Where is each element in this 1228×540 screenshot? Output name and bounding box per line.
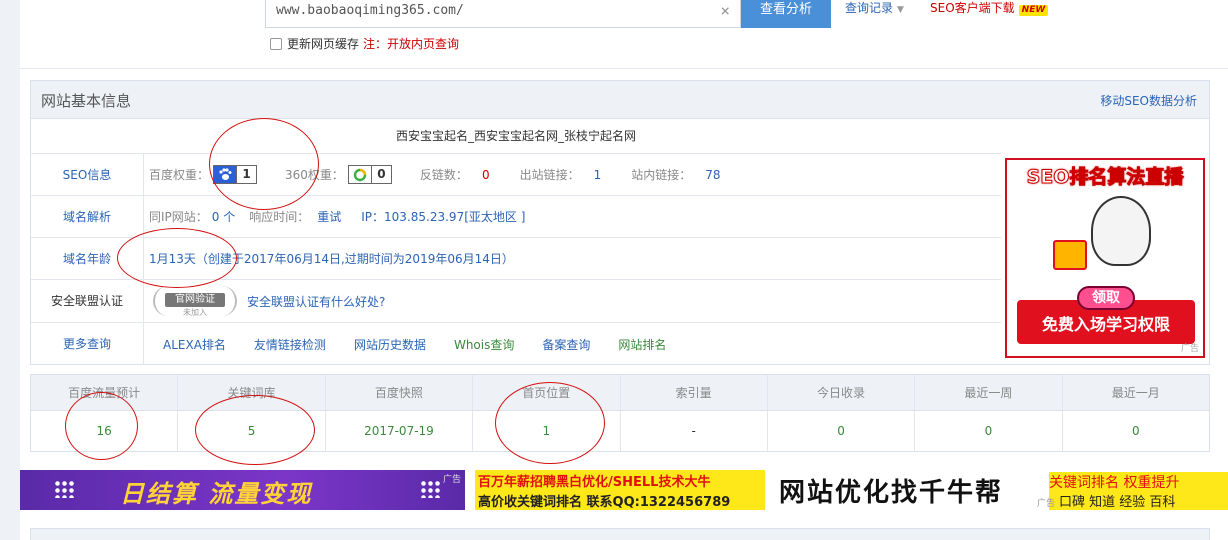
ad3-side: 关键词排名 权重提升 口碑 知道 经验 百科: [1049, 472, 1228, 510]
annotation-circle: [65, 392, 138, 460]
history-label: 查询记录: [845, 1, 894, 15]
refresh-cache-label: 更新网页缓存: [287, 37, 360, 51]
recruit-ad[interactable]: 百万年薪招聘黑白优化/SHELL技术大牛 高价收关键词排名 联系QQ:13224…: [475, 470, 765, 510]
chevron-down-icon: ▼: [897, 5, 904, 15]
ad2-line1: 百万年薪招聘黑白优化/SHELL技术大牛: [478, 475, 711, 490]
annotation-circle: [195, 395, 315, 465]
backlinks-label: 反链数：: [419, 168, 468, 182]
index-count-value: -: [621, 411, 768, 451]
seo-service-ad[interactable]: 网站优化找千牛帮 关键词排名 权重提升 口碑 知道 经验 百科 广告: [775, 470, 1228, 510]
stats-header-cell: 最近一周: [915, 375, 1063, 410]
ad-title: SEO排名算法直播: [1026, 166, 1184, 189]
more-queries-links: ALEXA排名 友情链接检测 网站历史数据 Whois查询 备案查询 网站排名: [163, 323, 694, 365]
analyze-button[interactable]: 查看分析: [741, 0, 831, 28]
stats-header-cell: 百度快照: [326, 375, 474, 410]
internal-value[interactable]: 78: [705, 168, 720, 182]
divider: [20, 68, 1228, 69]
next-panel-edge: [30, 528, 1210, 540]
today-indexed-value: 0: [768, 411, 916, 451]
ad3-main: 网站优化找千牛帮: [779, 478, 1004, 508]
url-text: www.baobaoqiming365.com/: [276, 3, 464, 18]
seo-course-ad[interactable]: SEO排名算法直播 免费入场学习权限 领取 广告: [1005, 158, 1205, 358]
panel-header: 网站基本信息 移动SEO数据分析: [31, 81, 1209, 119]
security-benefit-link[interactable]: 安全联盟认证有什么好处?: [247, 293, 385, 310]
link-site-rank[interactable]: 网站排名: [618, 336, 666, 353]
client-download-link[interactable]: SEO客户端下载 NEW: [930, 0, 1049, 16]
same-ip-label: 同IP网站：: [149, 210, 208, 224]
ip-value[interactable]: IP：103.85.23.97[亚太地区 ]: [361, 208, 525, 225]
ad-tag: 广告: [1180, 344, 1199, 354]
link-icp[interactable]: 备案查询: [542, 336, 590, 353]
internal-label: 站内链接：: [631, 168, 692, 182]
dns-label: 域名解析: [31, 196, 144, 237]
snapshot-date-value: 2017-07-19: [326, 411, 474, 451]
url-input[interactable]: www.baobaoqiming365.com/ ×: [265, 0, 741, 28]
client-download-label: SEO客户端下载: [930, 1, 1015, 15]
security-badge-text: 官网验证: [165, 293, 225, 307]
refresh-cache-checkbox[interactable]: [270, 38, 282, 50]
ad3-side1: 关键词排名 权重提升: [1049, 475, 1180, 491]
security-badge-sub: 未加入: [183, 308, 207, 317]
retry-link[interactable]: 重试: [317, 208, 341, 225]
annotation-circle: [117, 228, 237, 288]
response-label: 响应时间：: [249, 210, 310, 224]
more-queries-row: 更多查询 ALEXA排名 友情链接检测 网站历史数据 Whois查询 备案查询 …: [31, 323, 1001, 365]
month-indexed-value: 0: [1131, 424, 1140, 438]
link-alexa[interactable]: ALEXA排名: [163, 336, 226, 353]
new-badge: NEW: [1018, 5, 1049, 16]
mobile-seo-link[interactable]: 移动SEO数据分析: [1100, 92, 1197, 109]
inner-page-note: 注：开放内页查询: [363, 37, 460, 51]
backlinks-value[interactable]: 0: [482, 168, 490, 182]
stats-header: 百度流量预计 关键词库 百度快照 首页位置 索引量 今日收录 最近一周 最近一月: [31, 375, 1209, 411]
ad2-line2: 高价收关键词排名 联系QQ:1322456789: [478, 495, 731, 510]
outbound-label: 出站链接：: [519, 168, 580, 182]
seo-info-label: SEO信息: [31, 154, 144, 195]
link-history-data[interactable]: 网站历史数据: [354, 336, 426, 353]
annotation-circle: [495, 382, 605, 464]
ad-claim-pill[interactable]: 领取: [1077, 286, 1135, 310]
security-label: 安全联盟认证: [31, 280, 144, 322]
cartoon-face-icon: [1091, 196, 1151, 266]
dots-icon: [54, 480, 76, 498]
traffic-monetize-ad[interactable]: 日结算 流量变现 广告: [20, 470, 465, 510]
seo-info-row: SEO信息 百度权重： 1 360权重： 0 反链数： 0 出站链接： 1 站内…: [31, 154, 1001, 196]
annotation-circle: [209, 118, 319, 210]
more-queries-label: 更多查询: [31, 323, 144, 365]
link-friend-check[interactable]: 友情链接检测: [254, 336, 326, 353]
same-ip-value[interactable]: 0 个: [212, 208, 235, 225]
stats-header-cell: 今日收录: [768, 375, 916, 410]
ad3-side2: 口碑 知道 经验 百科: [1059, 495, 1176, 510]
link-whois[interactable]: Whois查询: [454, 336, 514, 353]
ad3-tag: 广告: [1037, 499, 1056, 509]
cache-option: 更新网页缓存 注：开放内页查询: [270, 36, 459, 52]
weight-360-badge[interactable]: 0: [347, 165, 392, 184]
ad1-text: 日结算 流量变现: [120, 480, 313, 508]
security-badge[interactable]: 官网验证 未加入: [153, 286, 237, 317]
outbound-value[interactable]: 1: [594, 168, 602, 182]
stats-header-cell: 索引量: [621, 375, 768, 410]
ad1-tag: 广告: [442, 475, 461, 485]
history-dropdown[interactable]: 查询记录 ▼: [845, 0, 904, 18]
week-indexed-value: 0: [915, 411, 1063, 451]
site-title: 西安宝宝起名_西安宝宝起名网_张枝宁起名网: [31, 119, 1001, 154]
360-ring-icon: [349, 166, 371, 183]
baidu-weight-label: 百度权重：: [149, 168, 210, 182]
dots-icon: [420, 480, 442, 498]
clear-icon[interactable]: ×: [720, 0, 730, 22]
panel-title: 网站基本信息: [41, 92, 132, 110]
weight-360-value: 0: [370, 166, 391, 183]
gift-box-icon: [1053, 240, 1087, 270]
stats-header-cell: 最近一月: [1111, 386, 1160, 400]
